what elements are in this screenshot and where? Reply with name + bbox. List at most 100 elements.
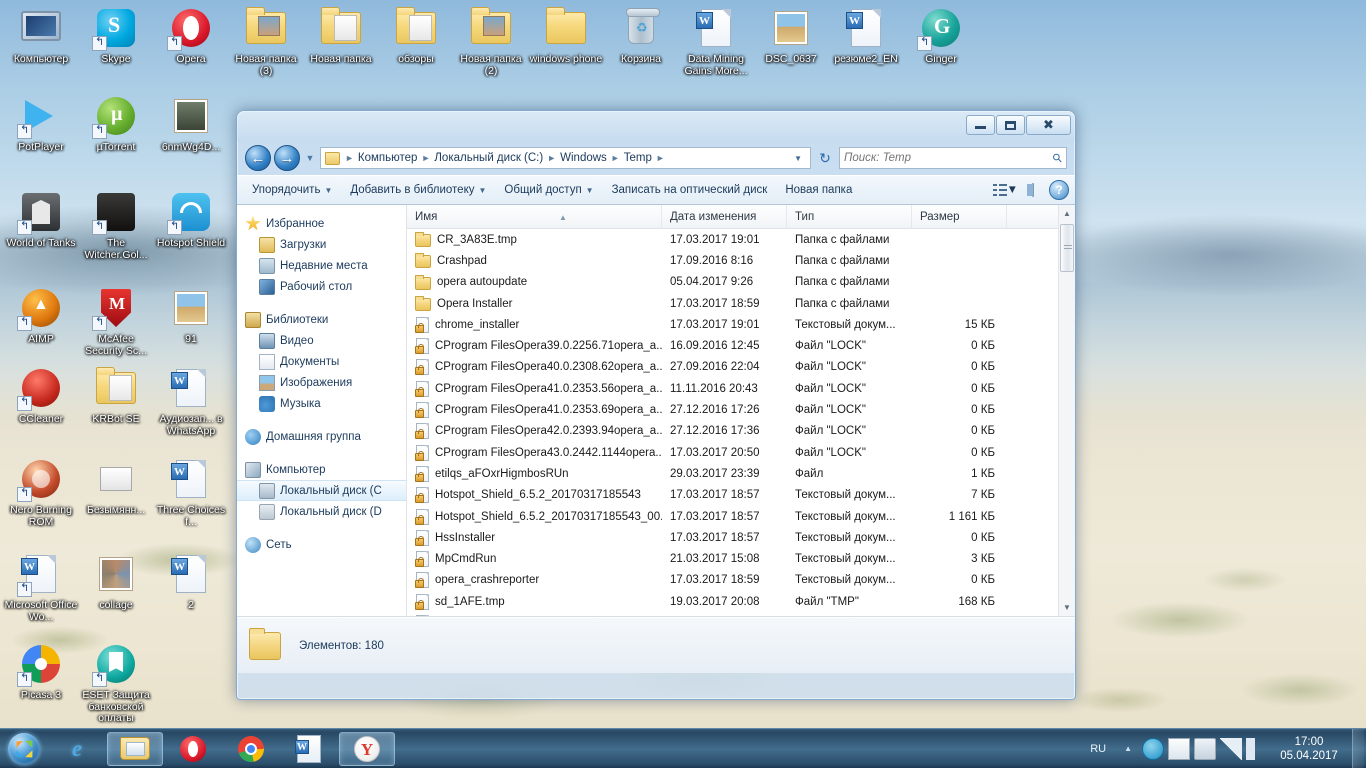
column-header-name[interactable]: Имя ▲ (407, 204, 662, 229)
organize-button[interactable]: Упорядочить ▼ (243, 180, 341, 200)
desktop-icon[interactable]: W Three Choices f... (154, 455, 228, 528)
eset-alert-icon[interactable] (1142, 737, 1164, 760)
scroll-thumb[interactable] (1059, 224, 1074, 272)
file-name-cell[interactable]: Hotspot_Shield_6.5.2_20170317185543_00..… (407, 508, 662, 525)
file-name-cell[interactable]: Crashpad (407, 253, 662, 269)
desktop-icon[interactable]: W Data Mining Gains More... (679, 4, 753, 77)
table-row[interactable]: opera_crashreporter 17.03.2017 18:59 Текст… (407, 570, 1058, 591)
table-row[interactable]: chrome_installer 17.03.2017 19:01 Текстовы… (407, 314, 1058, 335)
maximize-button[interactable] (996, 115, 1025, 135)
explorer-window[interactable]: ✖ ← → ▼ ► Компьютер ► Локальный диск (C:… (236, 110, 1076, 700)
file-list[interactable]: Имя ▲ Дата изменения Тип Размер CR_3A83E.tmp… (407, 204, 1058, 616)
table-row[interactable]: HssInstaller 17.03.2017 18:57 Текстовый до… (407, 527, 1058, 548)
desktop-icon[interactable]: Новая папка (304, 4, 378, 66)
desktop-icon[interactable]: ESET Защита банковской оплаты (79, 640, 153, 725)
file-name-cell[interactable]: opera autoupdate (407, 274, 662, 290)
desktop-icon[interactable]: Компьютер (4, 4, 78, 66)
navpane-item-1-1[interactable]: Документы (237, 351, 406, 372)
search-box[interactable]: ⚲ (839, 147, 1067, 169)
taskbar-button-windows-explorer[interactable] (107, 731, 163, 766)
column-headers[interactable]: Имя ▲ Дата изменения Тип Размер (407, 204, 1058, 229)
breadcrumb-item-1[interactable]: Локальный диск (C:) (431, 152, 546, 164)
desktop-icon[interactable]: Opera (154, 4, 228, 66)
navpane-item-0-1[interactable]: Недавние места (237, 255, 406, 276)
system-tray[interactable]: RU ▲ 17:00 05.04.2017 (1080, 728, 1366, 768)
desktop-icon[interactable]: WMicrosoft Office Wo... (4, 550, 78, 623)
desktop-icon[interactable]: обзоры (379, 4, 453, 66)
navpane-item-0-2[interactable]: Рабочий стол (237, 276, 406, 297)
desktop-icon[interactable]: CCleaner (4, 364, 78, 426)
file-name-cell[interactable]: etilqs_aFOxrHigmbosRUn (407, 465, 662, 482)
desktop-icon[interactable]: collage (79, 550, 153, 612)
column-header-type[interactable]: Тип (787, 204, 912, 229)
navpane-group-4[interactable]: Сеть (237, 534, 406, 555)
table-row[interactable]: CProgram FilesOpera40.0.2308.62opera_a..… (407, 357, 1058, 378)
desktop-icon[interactable]: Wрезюме2_EN (829, 4, 903, 66)
start-button[interactable] (0, 730, 48, 768)
table-row[interactable]: MpCmdRun 21.03.2017 15:08 Текстовый докум.… (407, 548, 1058, 569)
file-name-cell[interactable]: MpCmdRun (407, 551, 662, 568)
table-row[interactable]: Hotspot_Shield_6.5.2_20170317185543 17.03… (407, 485, 1058, 506)
navpane-item-3-1[interactable]: Локальный диск (D (237, 501, 406, 522)
table-row[interactable]: Crashpad 17.09.2016 8:16 Папка с файлами (407, 250, 1058, 271)
breadcrumb-item-2[interactable]: Windows (557, 152, 610, 164)
language-indicator[interactable]: RU (1080, 743, 1116, 755)
preview-pane-button[interactable] (1023, 180, 1043, 200)
navpane-group-1[interactable]: Библиотеки (237, 309, 406, 330)
table-row[interactable]: CProgram FilesOpera42.0.2393.94opera_a..… (407, 421, 1058, 442)
taskbar[interactable]: e W Y RU ▲ 17:00 05.04.2017 (0, 728, 1366, 768)
desktop-icon[interactable]: PotPlayer (4, 92, 78, 154)
table-row[interactable]: CProgram FilesOpera41.0.2353.69opera_a..… (407, 399, 1058, 420)
desktop-icon[interactable]: World of Tanks (4, 188, 78, 250)
breadcrumb-item-0[interactable]: Компьютер (355, 152, 421, 164)
file-name-cell[interactable]: sd_1BEE.tmp (407, 614, 662, 616)
desktop-icon[interactable]: Picasa 3 (4, 640, 78, 702)
table-row[interactable]: Opera Installer 17.03.2017 18:59 Папка с ф… (407, 293, 1058, 314)
navpane-item-1-2[interactable]: Изображения (237, 372, 406, 393)
clock[interactable]: 17:00 05.04.2017 (1270, 735, 1348, 763)
navpane-item-3-0[interactable]: Локальный диск (C (237, 480, 406, 501)
navpane-group-0[interactable]: Избранное (237, 213, 406, 234)
desktop-icon[interactable]: Безымянн... (79, 455, 153, 517)
desktop-icon[interactable]: ♻ Корзина (604, 4, 678, 66)
taskbar-button-internet-explorer[interactable]: e (49, 732, 105, 766)
scroll-down-button[interactable]: ▼ (1059, 599, 1076, 616)
file-name-cell[interactable]: CProgram FilesOpera43.0.2442.1144opera..… (407, 444, 662, 461)
navpane-group-3[interactable]: Компьютер (237, 459, 406, 480)
table-row[interactable]: Hotspot_Shield_6.5.2_20170317185543_00..… (407, 506, 1058, 527)
taskbar-button-microsoft-word[interactable]: W (281, 732, 337, 766)
desktop-icon[interactable]: W2 (154, 550, 228, 612)
help-button[interactable]: ? (1049, 180, 1069, 200)
file-name-cell[interactable]: opera_crashreporter (407, 572, 662, 589)
change-view-button[interactable]: ▼ (988, 181, 1023, 199)
desktop-icon[interactable]: µµTorrent (79, 92, 153, 154)
file-name-cell[interactable]: HssInstaller (407, 529, 662, 546)
refresh-icon[interactable]: ↻ (814, 150, 836, 167)
file-name-cell[interactable]: CProgram FilesOpera39.0.2256.71opera_a..… (407, 338, 662, 355)
file-rows[interactable]: CR_3A83E.tmp 17.03.2017 19:01 Папка с файл… (407, 229, 1058, 616)
table-row[interactable]: CProgram FilesOpera39.0.2256.71opera_a..… (407, 335, 1058, 356)
close-button[interactable]: ✖ (1026, 115, 1071, 135)
breadcrumb-item-3[interactable]: Temp (621, 152, 655, 164)
table-row[interactable]: opera autoupdate 05.04.2017 9:26 Папка с ф… (407, 272, 1058, 293)
vertical-scrollbar[interactable]: ▲ ▼ (1058, 205, 1075, 616)
desktop-icon[interactable]: GGinger (904, 4, 978, 66)
desktop-icon[interactable]: Nero Burning ROM (4, 455, 78, 528)
file-name-cell[interactable]: chrome_installer (407, 316, 662, 333)
scroll-up-button[interactable]: ▲ (1059, 205, 1076, 222)
desktop-icon[interactable]: 91 (154, 284, 228, 346)
volume-icon[interactable] (1246, 737, 1268, 760)
taskbar-button-yandex-browser[interactable]: Y (339, 731, 395, 766)
scroll-track[interactable] (1059, 222, 1076, 599)
network-signal-icon[interactable] (1220, 737, 1242, 760)
window-titlebar[interactable]: ✖ (237, 111, 1075, 141)
show-desktop-button[interactable] (1352, 728, 1364, 768)
desktop-icon[interactable]: Новая папка (3) (229, 4, 303, 77)
new-folder-button[interactable]: Новая папка (776, 180, 861, 200)
file-name-cell[interactable]: Hotspot_Shield_6.5.2_20170317185543 (407, 487, 662, 504)
back-button[interactable]: ← (245, 145, 271, 171)
file-name-cell[interactable]: CR_3A83E.tmp (407, 232, 662, 248)
desktop-icon[interactable]: MMcAfee Security Sc... (79, 284, 153, 357)
minimize-button[interactable] (966, 115, 995, 135)
table-row[interactable]: CR_3A83E.tmp 17.03.2017 19:01 Папка с файл… (407, 229, 1058, 250)
